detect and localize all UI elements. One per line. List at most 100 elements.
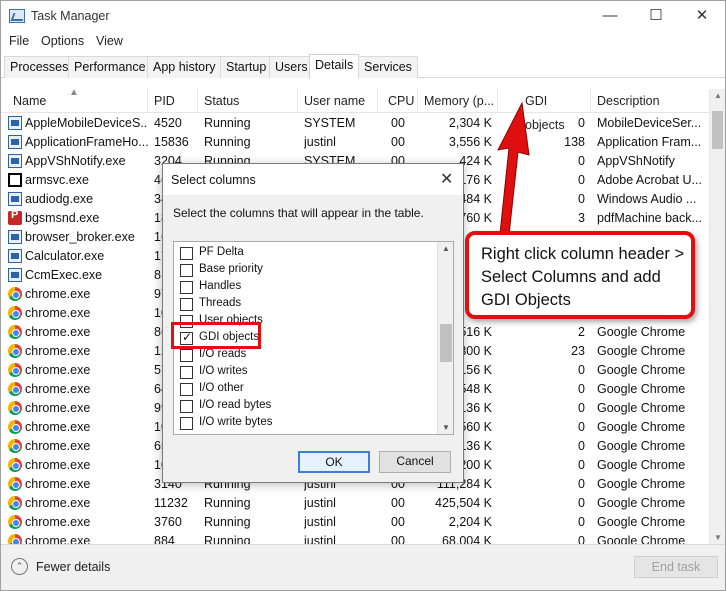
- tab-services[interactable]: Services: [358, 56, 418, 78]
- scroll-up-icon[interactable]: ▲: [710, 91, 726, 100]
- cell-desc: Google Chrome: [597, 458, 686, 472]
- column-option[interactable]: I/O read bytes: [180, 398, 420, 415]
- column-header-name[interactable]: Name: [1, 89, 148, 113]
- cell-gdi: 138: [564, 135, 585, 149]
- column-option[interactable]: Threads: [180, 296, 420, 313]
- cell-gdi: 0: [578, 439, 585, 453]
- column-option[interactable]: I/O write bytes: [180, 415, 420, 432]
- checkbox[interactable]: [180, 417, 193, 430]
- checkbox[interactable]: [180, 264, 193, 277]
- menu-bar: File Options View: [1, 32, 725, 52]
- checkbox[interactable]: [180, 366, 193, 379]
- column-option-label: I/O read bytes: [199, 399, 272, 411]
- table-row[interactable]: ApplicationFrameHo... 15836 Running justinl…: [1, 133, 709, 152]
- cell-desc: Adobe Acrobat U...: [597, 173, 702, 187]
- column-header-description[interactable]: Description: [591, 89, 709, 113]
- column-option-label: Base priority: [199, 263, 263, 275]
- checkbox[interactable]: [180, 383, 193, 396]
- window-icon: [8, 249, 22, 263]
- cell-gdi: 3: [578, 211, 585, 225]
- gdi-objects-highlight: [171, 322, 261, 349]
- checkbox[interactable]: [180, 349, 193, 362]
- cell-user: justinl: [304, 496, 336, 510]
- window-icon: [8, 154, 22, 168]
- dialog-title-bar[interactable]: Select columns ✕: [163, 164, 463, 195]
- column-header-pid[interactable]: PID: [148, 89, 198, 113]
- cell-gdi: 0: [578, 401, 585, 415]
- vertical-scrollbar[interactable]: ▲ ▼: [709, 89, 725, 544]
- checkbox[interactable]: [180, 298, 193, 311]
- footer-bar: ⌃ Fewer details End task: [1, 544, 725, 590]
- table-row[interactable]: AppleMobileDeviceS... 4520 Running SYSTEM 00…: [1, 114, 709, 133]
- table-row[interactable]: chrome.exe 884 Running justinl 00 68,004 K 0 Go…: [1, 532, 709, 544]
- cell-user: SYSTEM: [304, 116, 356, 130]
- cell-desc: Google Chrome: [597, 477, 686, 491]
- tab-details[interactable]: Details: [309, 54, 360, 79]
- checkbox[interactable]: [180, 281, 193, 294]
- dialog-scroll-up-icon[interactable]: ▲: [438, 244, 453, 253]
- column-option[interactable]: I/O other: [180, 381, 420, 398]
- cell-cpu: 00: [391, 116, 405, 130]
- cell-pid: 15836: [154, 135, 189, 149]
- scroll-down-icon[interactable]: ▼: [710, 533, 726, 542]
- cell-name: AppVShNotify.exe: [25, 154, 126, 168]
- cell-pid: 3760: [154, 515, 182, 529]
- cell-gdi: 0: [578, 192, 585, 206]
- table-row[interactable]: chrome.exe 3760 Running justinl 00 2,204 K 0 Go…: [1, 513, 709, 532]
- scroll-thumb[interactable]: [712, 111, 723, 149]
- tab-strip: Processes Performance App history Startu…: [1, 54, 725, 79]
- table-row[interactable]: chrome.exe 11232 Running justinl 00 425,504 K…: [1, 494, 709, 513]
- column-option-label: I/O other: [199, 382, 244, 394]
- column-header-cpu[interactable]: CPU: [378, 89, 418, 113]
- chrome-icon: [8, 477, 22, 491]
- chrome-icon: [8, 496, 22, 510]
- cell-gdi: 0: [578, 363, 585, 377]
- close-button[interactable]: ✕: [679, 1, 725, 32]
- column-option-label: Threads: [199, 297, 242, 309]
- column-option[interactable]: I/O reads: [180, 347, 420, 364]
- minimize-button[interactable]: —: [587, 1, 633, 32]
- title-bar[interactable]: Task Manager — ☐ ✕: [1, 1, 725, 32]
- dialog-scroll-thumb[interactable]: [440, 324, 452, 362]
- fewer-details-link[interactable]: Fewer details: [36, 560, 110, 574]
- cell-user: justinl: [304, 515, 336, 529]
- annotation-callout: Right click column header > Select Colum…: [465, 231, 695, 319]
- tab-app-history[interactable]: App history: [147, 56, 222, 78]
- column-header-user-name[interactable]: User name: [298, 89, 378, 113]
- tab-users[interactable]: Users: [269, 56, 314, 78]
- menu-options[interactable]: Options: [41, 34, 84, 48]
- cell-status: Running: [204, 496, 251, 510]
- tab-performance[interactable]: Performance: [68, 56, 152, 78]
- column-option[interactable]: Base priority: [180, 262, 420, 279]
- column-header-memory[interactable]: Memory (p...: [418, 89, 498, 113]
- cell-name: ApplicationFrameHo...: [25, 135, 148, 149]
- maximize-button[interactable]: ☐: [633, 1, 679, 32]
- checkbox[interactable]: [180, 400, 193, 413]
- cell-cpu: 00: [391, 515, 405, 529]
- tab-startup[interactable]: Startup: [220, 56, 273, 78]
- cell-name: chrome.exe: [25, 458, 91, 472]
- cell-cpu: 00: [391, 534, 405, 544]
- column-option[interactable]: Handles: [180, 279, 420, 296]
- cell-name: armsvc.exe: [25, 173, 89, 187]
- cell-gdi: 0: [578, 116, 585, 130]
- cell-name: chrome.exe: [25, 306, 91, 320]
- column-header-status[interactable]: Status: [198, 89, 298, 113]
- menu-view[interactable]: View: [96, 34, 123, 48]
- dialog-close-icon[interactable]: ✕: [440, 169, 453, 189]
- tab-processes[interactable]: Processes: [4, 56, 75, 78]
- column-header-gdi-objects[interactable]: GDI objects: [498, 89, 591, 132]
- dialog-scroll-down-icon[interactable]: ▼: [438, 423, 453, 432]
- menu-file[interactable]: File: [9, 34, 29, 48]
- ok-button[interactable]: OK: [298, 451, 370, 473]
- chevron-up-icon[interactable]: ⌃: [11, 558, 28, 575]
- cancel-button[interactable]: Cancel: [379, 451, 451, 473]
- dialog-scrollbar[interactable]: ▲ ▼: [437, 242, 453, 434]
- end-task-button[interactable]: End task: [634, 556, 718, 578]
- checkbox[interactable]: [180, 247, 193, 260]
- chrome-icon: [8, 325, 22, 339]
- cell-pid: 11232: [154, 496, 188, 510]
- cell-gdi: 0: [578, 420, 585, 434]
- column-option[interactable]: I/O writes: [180, 364, 420, 381]
- column-option[interactable]: PF Delta: [180, 245, 420, 262]
